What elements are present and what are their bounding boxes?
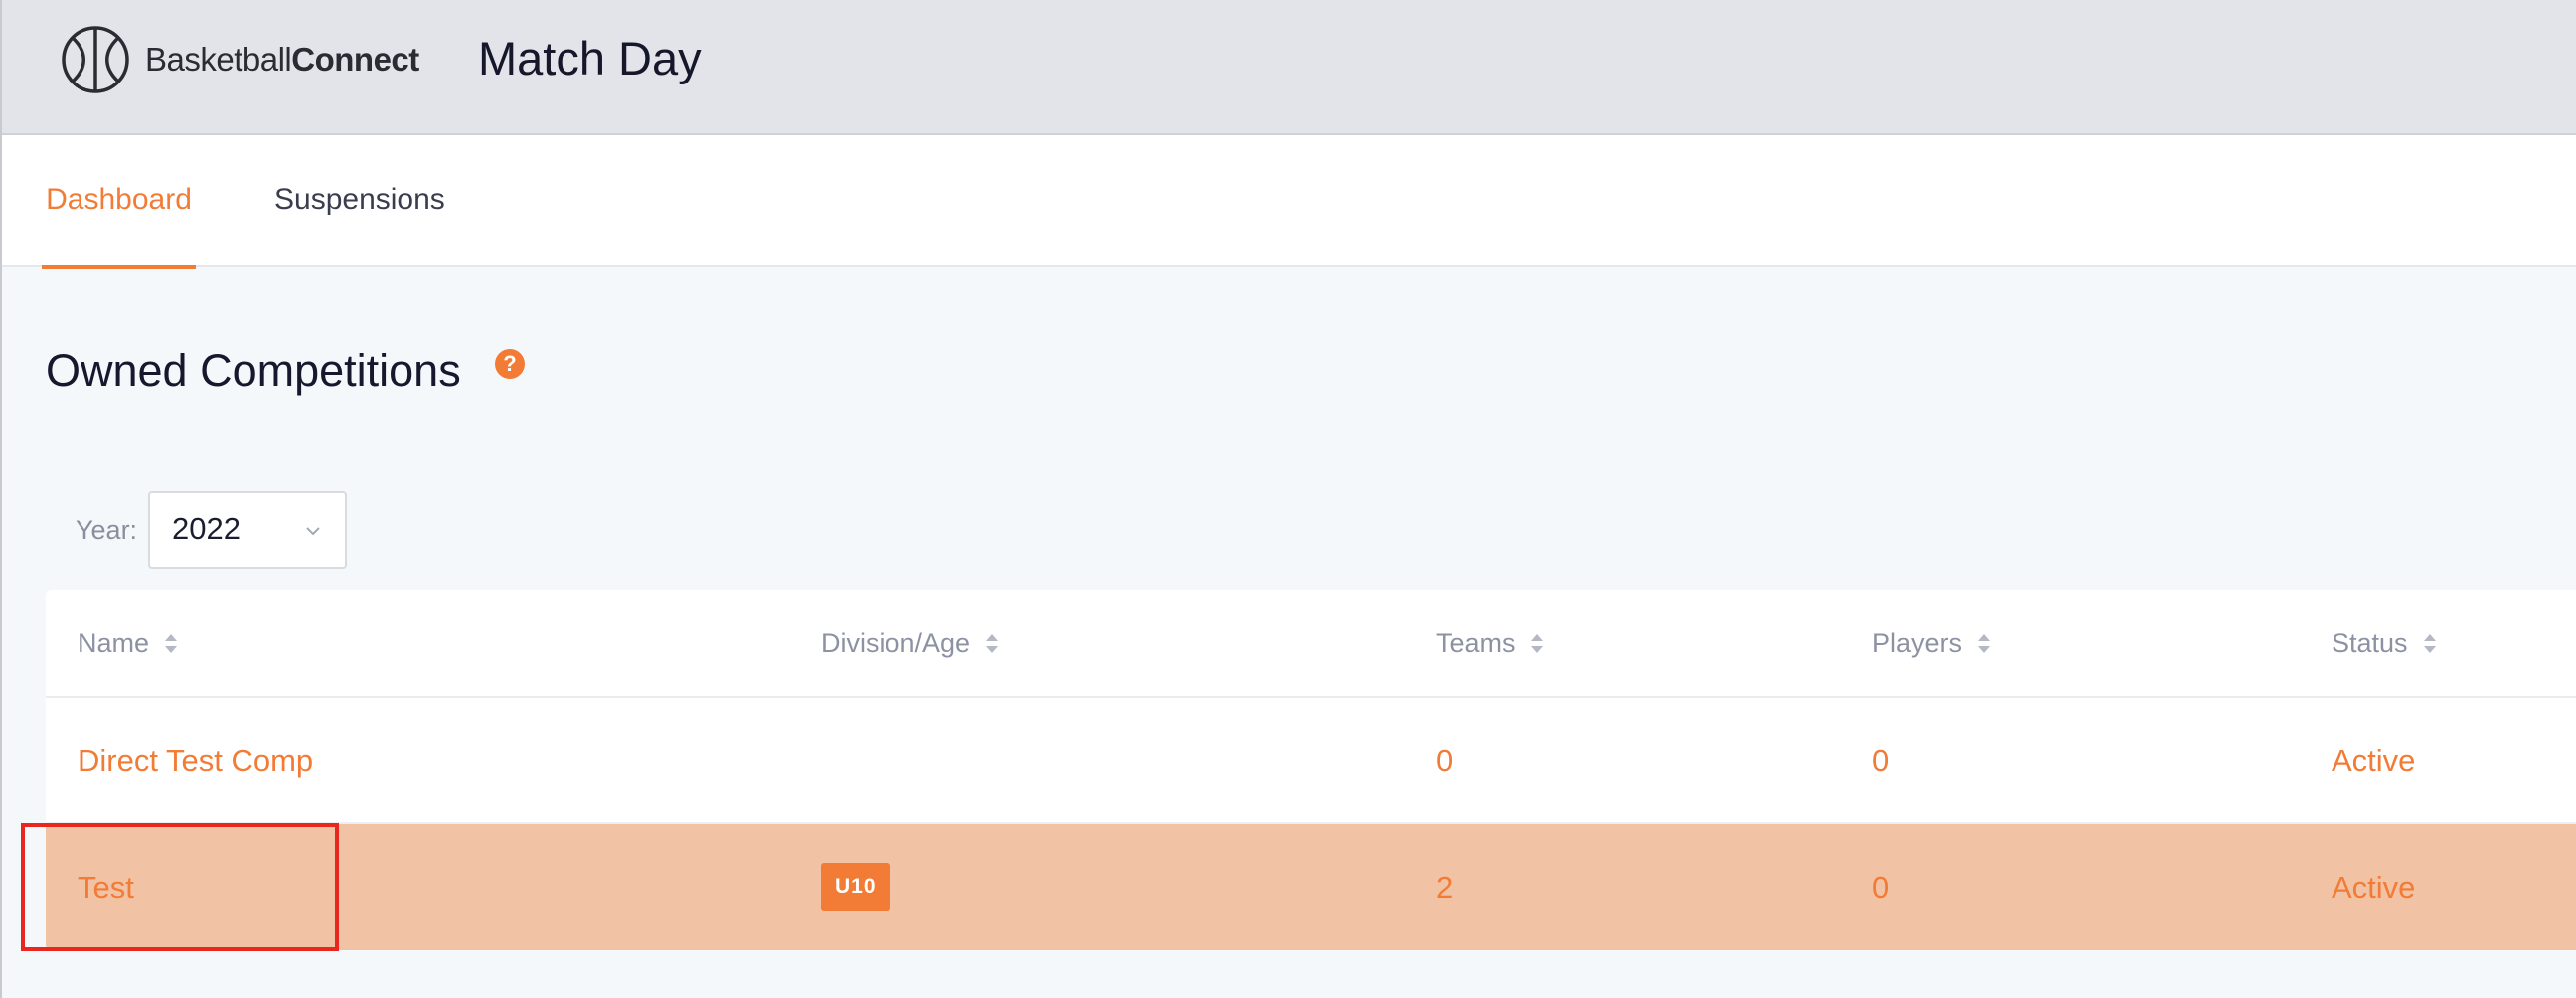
sort-icon[interactable] [1530,630,1545,658]
chevron-down-icon [306,527,320,536]
top-header: BasketballConnect Match Day [0,0,2576,135]
year-select[interactable]: 2022 [148,491,347,569]
column-header-name[interactable]: Name [78,628,179,659]
competition-name-link[interactable]: Direct Test Comp [78,698,313,824]
competition-name-link[interactable]: Test [78,824,134,950]
column-header-status[interactable]: Status [2332,628,2438,659]
column-header-division[interactable]: Division/Age [821,628,1000,659]
year-select-value: 2022 [172,511,241,546]
tab-dashboard[interactable]: Dashboard [42,135,196,269]
tab-suspensions[interactable]: Suspensions [274,135,445,267]
players-count: 0 [1872,870,1890,905]
column-header-players[interactable]: Players [1872,628,1992,659]
sort-icon[interactable] [1976,630,1992,658]
column-header-label: Status [2332,628,2408,658]
sort-icon[interactable] [163,630,179,658]
brand-name-regular: Basketball [145,41,292,78]
column-header-label: Players [1872,628,1963,658]
teams-count: 0 [1436,744,1454,778]
app-title: Match Day [478,32,702,84]
brand-name: BasketballConnect [145,41,419,79]
status-text: Active [2332,870,2416,905]
brand-name-bold: Connect [291,41,419,78]
page-left-edge [0,0,2,998]
brand-logo[interactable]: BasketballConnect [60,24,419,95]
question-mark-icon[interactable]: ? [495,349,525,379]
column-header-label: Name [78,628,150,658]
table-row[interactable]: Direct Test Comp 0 0 Active [46,698,2576,824]
status-text: Active [2332,744,2416,778]
nav-tabs: Dashboard Suspensions [0,135,2576,269]
year-label: Year: [76,515,138,545]
competitions-table: Name Division/Age Teams Players Status D… [46,590,2576,950]
players-count: 0 [1872,744,1890,778]
page-title: Owned Competitions [46,345,461,396]
sort-icon[interactable] [2422,630,2438,658]
sort-icon[interactable] [984,630,1000,658]
column-header-teams[interactable]: Teams [1436,628,1545,659]
column-header-label: Division/Age [821,628,971,658]
basketball-icon [62,26,129,93]
division-tag: U10 [821,863,890,911]
teams-count: 2 [1436,870,1454,905]
column-header-label: Teams [1436,628,1516,658]
table-header: Name Division/Age Teams Players Status [46,590,2576,698]
table-row-selected[interactable]: Test U10 2 0 Active [46,824,2576,950]
